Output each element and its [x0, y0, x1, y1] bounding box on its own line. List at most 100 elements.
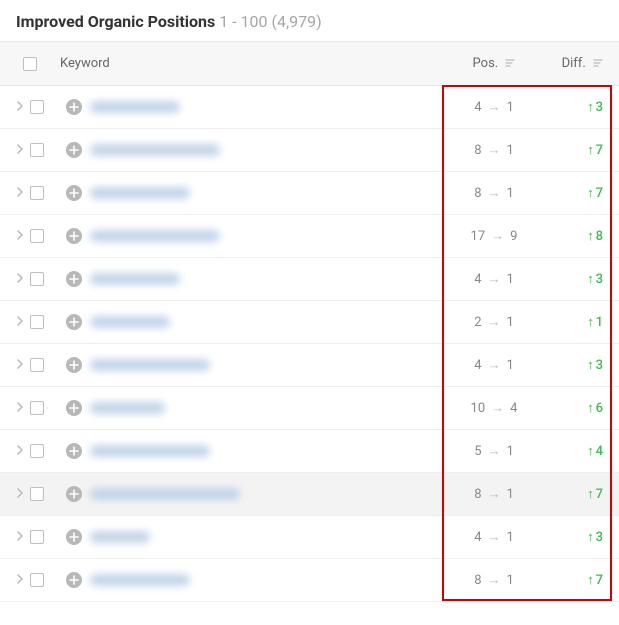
expand-icon[interactable] [16, 487, 24, 502]
keyword-text[interactable] [90, 101, 180, 113]
arrow-up-icon: ↑ [587, 315, 594, 330]
row-checkbox[interactable] [30, 229, 44, 243]
keyword-text[interactable] [90, 359, 210, 371]
table-row[interactable]: 2→1↑1 [0, 301, 619, 344]
arrow-up-icon: ↑ [587, 100, 594, 115]
arrow-right-icon: → [491, 229, 504, 244]
expand-icon[interactable] [16, 530, 24, 545]
add-icon[interactable] [66, 142, 82, 158]
add-icon[interactable] [66, 99, 82, 115]
row-checkbox[interactable] [30, 272, 44, 286]
add-icon[interactable] [66, 228, 82, 244]
arrow-up-icon: ↑ [587, 143, 594, 158]
keyword-text[interactable] [90, 531, 150, 543]
col-header-pos[interactable]: Pos. [439, 42, 549, 86]
expand-icon[interactable] [16, 186, 24, 201]
sort-icon [505, 59, 515, 69]
report-header: Improved Organic Positions 1 - 100 (4,97… [0, 0, 619, 41]
position-cell: 5→1 [439, 430, 549, 473]
diff-cell: ↑3 [549, 344, 619, 387]
position-cell: 8→1 [439, 172, 549, 215]
position-cell: 10→4 [439, 387, 549, 430]
row-checkbox[interactable] [30, 444, 44, 458]
diff-cell: ↑7 [549, 559, 619, 602]
keyword-text[interactable] [90, 488, 240, 500]
diff-cell: ↑8 [549, 215, 619, 258]
add-icon[interactable] [66, 314, 82, 330]
keyword-text[interactable] [90, 273, 180, 285]
table-row[interactable]: 5→1↑4 [0, 430, 619, 473]
row-checkbox[interactable] [30, 573, 44, 587]
add-icon[interactable] [66, 357, 82, 373]
arrow-right-icon: → [488, 315, 501, 330]
position-cell: 4→1 [439, 86, 549, 129]
row-checkbox[interactable] [30, 358, 44, 372]
expand-icon[interactable] [16, 272, 24, 287]
keyword-text[interactable] [90, 445, 210, 457]
keyword-text[interactable] [90, 402, 165, 414]
add-icon[interactable] [66, 486, 82, 502]
keyword-text[interactable] [90, 574, 190, 586]
add-icon[interactable] [66, 529, 82, 545]
expand-icon[interactable] [16, 100, 24, 115]
sort-icon [593, 59, 603, 69]
diff-cell: ↑3 [549, 516, 619, 559]
table-row[interactable]: 10→4↑6 [0, 387, 619, 430]
arrow-right-icon: → [488, 530, 501, 545]
row-checkbox[interactable] [30, 487, 44, 501]
table-row[interactable]: 8→1↑7 [0, 473, 619, 516]
keyword-text[interactable] [90, 230, 220, 242]
table-row[interactable]: 4→1↑3 [0, 258, 619, 301]
table-row[interactable]: 8→1↑7 [0, 559, 619, 602]
arrow-up-icon: ↑ [587, 444, 594, 459]
row-checkbox[interactable] [30, 100, 44, 114]
row-checkbox[interactable] [30, 530, 44, 544]
position-cell: 8→1 [439, 559, 549, 602]
keyword-text[interactable] [90, 144, 220, 156]
arrow-up-icon: ↑ [587, 530, 594, 545]
keyword-text[interactable] [90, 187, 190, 199]
expand-icon[interactable] [16, 315, 24, 330]
table-row[interactable]: 4→1↑3 [0, 516, 619, 559]
col-header-diff[interactable]: Diff. [549, 42, 619, 86]
arrow-up-icon: ↑ [587, 229, 594, 244]
page-title: Improved Organic Positions [16, 12, 215, 31]
position-cell: 4→1 [439, 344, 549, 387]
select-all-checkbox[interactable] [23, 57, 37, 71]
expand-icon[interactable] [16, 229, 24, 244]
diff-cell: ↑3 [549, 86, 619, 129]
keyword-text[interactable] [90, 316, 170, 328]
add-icon[interactable] [66, 185, 82, 201]
arrow-right-icon: → [491, 401, 504, 416]
row-checkbox[interactable] [30, 401, 44, 415]
expand-icon[interactable] [16, 573, 24, 588]
arrow-right-icon: → [488, 272, 501, 287]
add-icon[interactable] [66, 572, 82, 588]
arrow-right-icon: → [488, 358, 501, 373]
expand-icon[interactable] [16, 401, 24, 416]
arrow-up-icon: ↑ [587, 186, 594, 201]
expand-icon[interactable] [16, 143, 24, 158]
table-row[interactable]: 17→9↑8 [0, 215, 619, 258]
row-checkbox[interactable] [30, 143, 44, 157]
add-icon[interactable] [66, 443, 82, 459]
position-cell: 17→9 [439, 215, 549, 258]
add-icon[interactable] [66, 400, 82, 416]
add-icon[interactable] [66, 271, 82, 287]
row-checkbox[interactable] [30, 315, 44, 329]
diff-cell: ↑1 [549, 301, 619, 344]
col-header-keyword[interactable]: Keyword [60, 42, 439, 86]
row-checkbox[interactable] [30, 186, 44, 200]
position-cell: 8→1 [439, 129, 549, 172]
diff-cell: ↑7 [549, 473, 619, 516]
table-row[interactable]: 4→1↑3 [0, 344, 619, 387]
arrow-right-icon: → [488, 143, 501, 158]
table-row[interactable]: 4→1↑3 [0, 86, 619, 129]
expand-icon[interactable] [16, 444, 24, 459]
expand-icon[interactable] [16, 358, 24, 373]
page-range: 1 - 100 (4,979) [219, 12, 321, 31]
table-row[interactable]: 8→1↑7 [0, 129, 619, 172]
table-row[interactable]: 8→1↑7 [0, 172, 619, 215]
position-cell: 2→1 [439, 301, 549, 344]
report-panel: Improved Organic Positions 1 - 100 (4,97… [0, 0, 619, 602]
